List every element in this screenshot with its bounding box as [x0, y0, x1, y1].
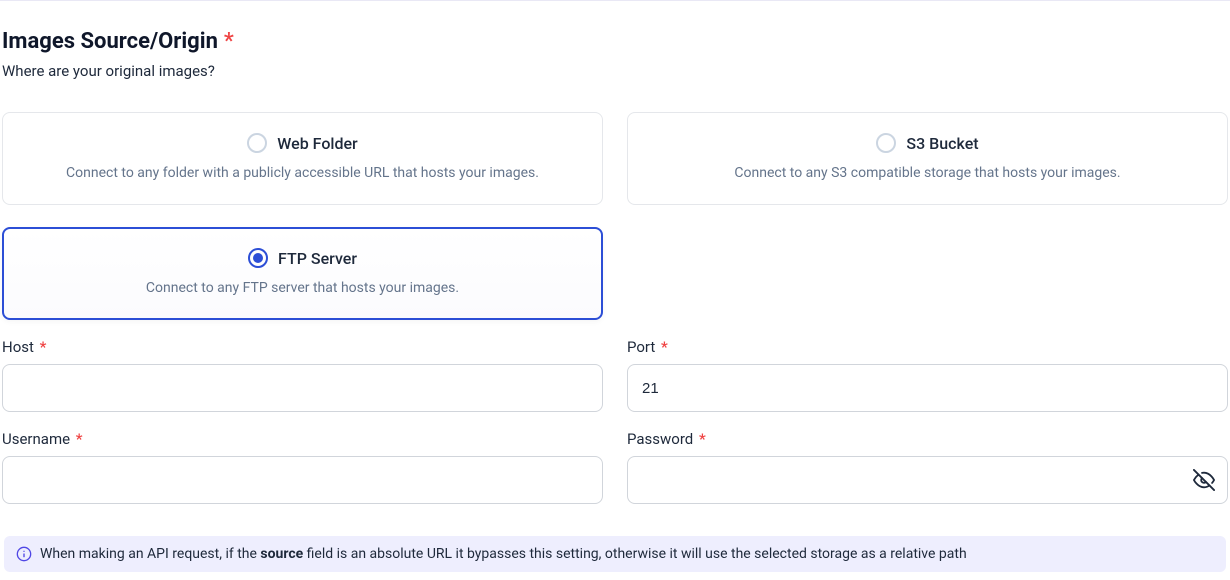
info-suffix: field is an absolute URL it bypasses thi… — [303, 546, 966, 562]
info-banner: When making an API request, if the sourc… — [4, 536, 1226, 572]
password-label-text: Password — [627, 430, 693, 448]
host-label: Host * — [2, 338, 603, 356]
password-input[interactable] — [627, 456, 1228, 504]
option-ftp-server[interactable]: FTP Server Connect to any FTP server tha… — [2, 227, 603, 320]
option-s3-bucket[interactable]: S3 Bucket Connect to any S3 compatible s… — [627, 112, 1228, 205]
eye-off-icon[interactable] — [1192, 468, 1216, 492]
top-divider — [0, 0, 1230, 1]
radio-ftp-server[interactable] — [248, 248, 268, 268]
option-desc-web-folder: Connect to any folder with a publicly ac… — [27, 163, 578, 184]
radio-web-folder[interactable] — [247, 133, 267, 153]
info-bold: source — [260, 546, 303, 562]
section-title: Images Source/Origin * — [2, 29, 1228, 54]
option-title-ftp-server: FTP Server — [278, 249, 357, 268]
option-title-web-folder: Web Folder — [277, 134, 357, 153]
port-label: Port * — [627, 338, 1228, 356]
info-text: When making an API request, if the sourc… — [40, 546, 967, 562]
required-mark: * — [224, 29, 234, 54]
username-input[interactable] — [2, 456, 603, 504]
password-required: * — [699, 430, 706, 448]
info-prefix: When making an API request, if the — [40, 546, 260, 562]
info-icon — [16, 546, 32, 562]
option-desc-ftp-server: Connect to any FTP server that hosts you… — [27, 278, 578, 299]
section-title-text: Images Source/Origin — [2, 29, 218, 54]
host-input[interactable] — [2, 364, 603, 412]
host-required: * — [40, 338, 47, 356]
port-input[interactable] — [627, 364, 1228, 412]
option-title-s3-bucket: S3 Bucket — [906, 134, 978, 153]
empty-option-slot — [627, 227, 1228, 320]
host-label-text: Host — [2, 338, 34, 356]
port-label-text: Port — [627, 338, 655, 356]
section-subtitle: Where are your original images? — [2, 62, 1228, 80]
port-required: * — [661, 338, 668, 356]
username-required: * — [76, 430, 83, 448]
option-desc-s3-bucket: Connect to any S3 compatible storage tha… — [652, 163, 1203, 184]
radio-s3-bucket[interactable] — [876, 133, 896, 153]
username-label: Username * — [2, 430, 603, 448]
username-label-text: Username — [2, 430, 70, 448]
password-label: Password * — [627, 430, 1228, 448]
option-web-folder[interactable]: Web Folder Connect to any folder with a … — [2, 112, 603, 205]
